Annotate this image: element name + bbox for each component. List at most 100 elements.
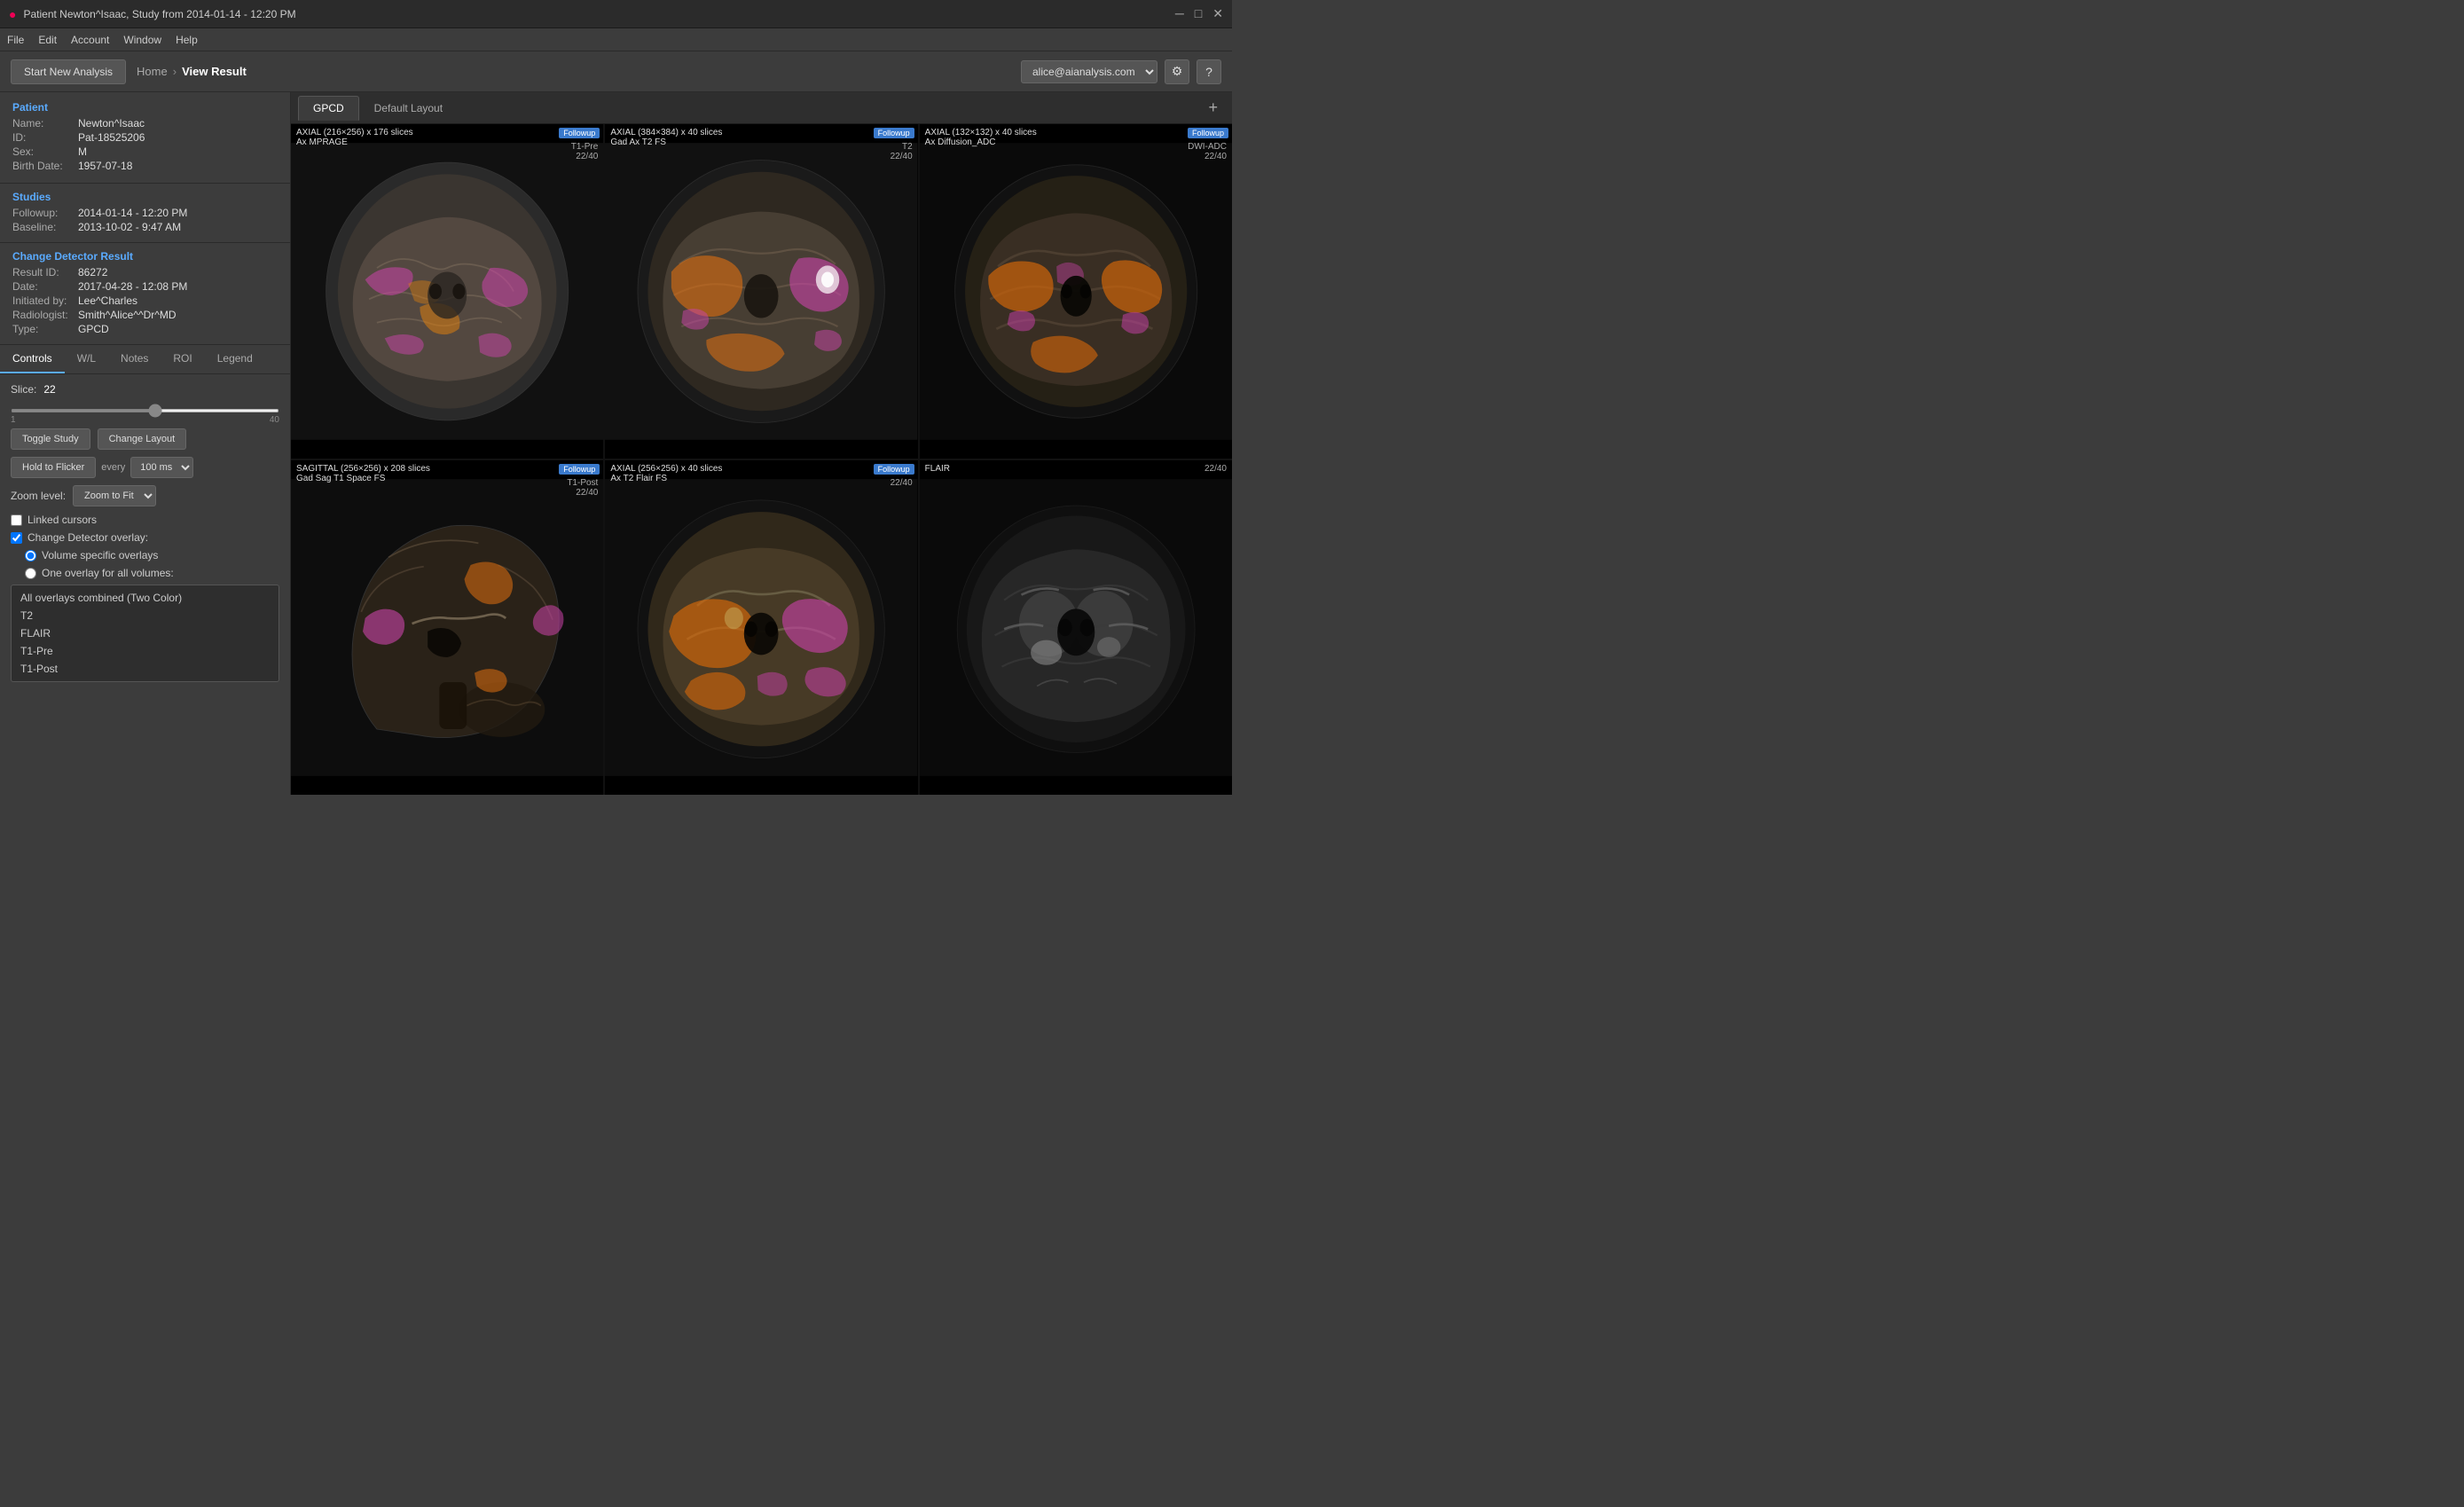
studies-section-title: Studies (12, 191, 278, 203)
image-grid: AXIAL (216×256) x 176 slices Ax MPRAGE F… (291, 124, 1232, 795)
title-bar: ● Patient Newton^Isaac, Study from 2014-… (0, 0, 1232, 28)
change-detector-section: Change Detector Result Result ID: 86272 … (0, 243, 290, 345)
result-id-label: Result ID: (12, 266, 75, 279)
user-select[interactable]: alice@aianalysis.com (1021, 60, 1157, 83)
tab-wl[interactable]: W/L (65, 345, 108, 373)
image-cell-2[interactable]: AXIAL (384×384) x 40 slices Gad Ax T2 FS… (605, 124, 917, 459)
one-overlay-row: One overlay for all volumes: (25, 567, 279, 579)
image-cell-4[interactable]: SAGITTAL (256×256) x 208 slices Gad Sag … (291, 460, 603, 795)
menu-file[interactable]: File (7, 34, 24, 46)
header-bar: Start New Analysis Home › View Result al… (0, 51, 1232, 92)
patient-name-value: Newton^Isaac (78, 117, 145, 130)
left-panel: Patient Name: Newton^Isaac ID: Pat-18525… (0, 92, 291, 795)
linked-cursors-checkbox[interactable] (11, 514, 22, 526)
cell-2-study-type: T2 (891, 142, 913, 152)
change-detector-overlay-label: Change Detector overlay: (27, 531, 148, 544)
patient-name-row: Name: Newton^Isaac (12, 117, 278, 130)
menu-edit[interactable]: Edit (38, 34, 57, 46)
one-overlay-label: One overlay for all volumes: (42, 567, 174, 579)
change-layout-button[interactable]: Change Layout (98, 428, 187, 450)
result-id-row: Result ID: 86272 (12, 266, 278, 279)
image-cell-5[interactable]: AXIAL (256×256) x 40 slices Ax T2 Flair … (605, 460, 917, 795)
slice-slider-container[interactable]: 1 40 (11, 403, 279, 425)
overlay-item-1[interactable]: All overlays combined (Two Color) (12, 589, 279, 607)
patient-name-label: Name: (12, 117, 75, 130)
maximize-button[interactable]: □ (1195, 6, 1202, 21)
cell-4-study-type: T1-Post (567, 478, 598, 488)
cell-5-slice: 22/40 (891, 478, 913, 488)
cell-5-top-right: 22/40 (891, 478, 913, 488)
type-value: GPCD (78, 323, 109, 335)
interval-select[interactable]: 100 ms 50 ms 200 ms 500 ms (130, 457, 193, 478)
cell-3-slice: 22/40 (1188, 152, 1227, 161)
overlay-item-3[interactable]: FLAIR (12, 624, 279, 642)
overlay-item-5[interactable]: T1-Post (12, 660, 279, 678)
cell-1-top-right: T1-Pre 22/40 (571, 142, 599, 161)
slice-max: 40 (270, 415, 279, 425)
cell-1-badge: Followup (559, 128, 600, 138)
volume-specific-row: Volume specific overlays (25, 549, 279, 561)
baseline-row: Baseline: 2013-10-02 - 9:47 AM (12, 221, 278, 233)
window-title: Patient Newton^Isaac, Study from 2014-01… (23, 8, 1174, 20)
change-detector-overlay-checkbox[interactable] (11, 532, 22, 544)
cell-5-badge: Followup (874, 464, 914, 475)
image-tabs-bar: GPCD Default Layout + (291, 92, 1232, 124)
cell-3-study-type: DWI-ADC (1188, 142, 1227, 152)
home-link[interactable]: Home (137, 65, 168, 78)
one-overlay-radio[interactable] (25, 568, 36, 579)
help-button[interactable]: ? (1197, 59, 1221, 84)
patient-info-section: Patient Name: Newton^Isaac ID: Pat-18525… (0, 92, 290, 184)
image-cell-1[interactable]: AXIAL (216×256) x 176 slices Ax MPRAGE F… (291, 124, 603, 459)
image-cell-6[interactable]: FLAIR 22/40 (920, 460, 1232, 795)
volume-specific-radio[interactable] (25, 550, 36, 561)
cell-6-slice: 22/40 (1205, 464, 1227, 474)
patient-sex-value: M (78, 145, 87, 158)
followup-label: Followup: (12, 207, 75, 219)
menu-window[interactable]: Window (123, 34, 161, 46)
cell-3-badge: Followup (1188, 128, 1228, 138)
toggle-study-button[interactable]: Toggle Study (11, 428, 90, 450)
patient-birthdate-value: 1957-07-18 (78, 160, 132, 172)
slice-row: Slice: 22 (11, 383, 279, 396)
type-label: Type: (12, 323, 75, 335)
overlay-item-4[interactable]: T1-Pre (12, 642, 279, 660)
cell-4-badge: Followup (559, 464, 600, 475)
patient-sex-label: Sex: (12, 145, 75, 158)
add-tab-button[interactable]: + (1201, 98, 1225, 117)
hold-to-flicker-button[interactable]: Hold to Flicker (11, 457, 96, 478)
cell-4-slice: 22/40 (567, 488, 598, 498)
patient-sex-row: Sex: M (12, 145, 278, 158)
breadcrumb: Home › View Result (137, 65, 247, 78)
image-tab-gpcd[interactable]: GPCD (298, 96, 359, 121)
type-row: Type: GPCD (12, 323, 278, 335)
slice-slider[interactable] (11, 409, 279, 412)
patient-id-row: ID: Pat-18525206 (12, 131, 278, 144)
slice-min: 1 (11, 415, 16, 425)
close-button[interactable]: ✕ (1212, 6, 1223, 21)
menu-help[interactable]: Help (176, 34, 198, 46)
patient-id-label: ID: (12, 131, 75, 144)
patient-birthdate-label: Birth Date: (12, 160, 75, 172)
baseline-value: 2013-10-02 - 9:47 AM (78, 221, 181, 233)
menu-account[interactable]: Account (71, 34, 109, 46)
overlay-item-2[interactable]: T2 (12, 607, 279, 624)
breadcrumb-separator: › (173, 65, 177, 78)
cell-6-top-right: 22/40 (1205, 464, 1227, 474)
patient-section-title: Patient (12, 101, 278, 114)
header-right: alice@aianalysis.com ⚙ ? (1021, 59, 1221, 84)
followup-row: Followup: 2014-01-14 - 12:20 PM (12, 207, 278, 219)
followup-value: 2014-01-14 - 12:20 PM (78, 207, 187, 219)
tab-notes[interactable]: Notes (108, 345, 161, 373)
minimize-button[interactable]: ─ (1175, 6, 1184, 21)
tab-roi[interactable]: ROI (161, 345, 204, 373)
image-tab-default[interactable]: Default Layout (359, 96, 458, 121)
tab-controls[interactable]: Controls (0, 345, 65, 373)
patient-birthdate-row: Birth Date: 1957-07-18 (12, 160, 278, 172)
right-panel: GPCD Default Layout + (291, 92, 1232, 795)
settings-button[interactable]: ⚙ (1165, 59, 1189, 84)
start-new-analysis-button[interactable]: Start New Analysis (11, 59, 126, 84)
image-cell-3[interactable]: AXIAL (132×132) x 40 slices Ax Diffusion… (920, 124, 1232, 459)
change-detector-overlay-row: Change Detector overlay: (11, 531, 279, 544)
zoom-select[interactable]: Zoom to Fit 50% 100% 200% (73, 485, 156, 506)
tab-legend[interactable]: Legend (205, 345, 265, 373)
